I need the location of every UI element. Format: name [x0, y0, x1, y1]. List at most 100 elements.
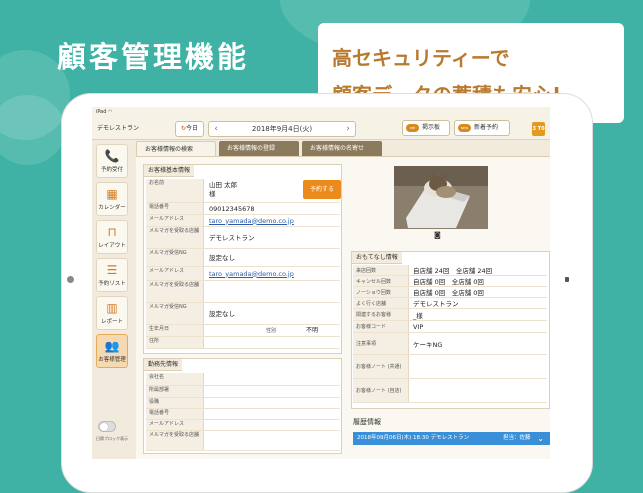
- toggle-label: 日際ブロック表示: [96, 436, 128, 441]
- field-mail-ng: メルマガ受信NG 設定なし: [146, 249, 340, 267]
- field-mail-store-2: メルマガを受取る店舗: [146, 281, 340, 303]
- customer-code-value[interactable]: VIP: [413, 321, 423, 332]
- history-entry-extra: 担当：佐藤: [503, 435, 531, 441]
- status-bar: iPad ◠: [92, 107, 550, 117]
- chart-icon: ▥: [106, 301, 118, 315]
- sidebar-item-report[interactable]: ▥ レポート: [96, 296, 128, 330]
- sidebar-item-layout[interactable]: ⊓ レイアウト: [96, 220, 128, 254]
- next-day-button[interactable]: ›: [342, 122, 354, 136]
- hospitality-heading: おもてなし情報: [352, 252, 402, 264]
- field-label: 電話番号: [146, 203, 204, 214]
- mail-store-value-2[interactable]: [207, 281, 211, 302]
- email-link-2[interactable]: taro_yamada@demo.co.jp: [207, 267, 296, 280]
- bulletin-badge: PPP: [406, 124, 419, 132]
- field-customer-code: お客様コード VIP: [353, 321, 547, 333]
- field-label: 電話番号: [146, 409, 204, 419]
- sidebar: 📞 予約受付 ▦ カレンダー ⊓ レイアウト ☰ 予約リスト ▥ レポート 👥 お客様管理 …: [92, 140, 132, 459]
- field-mail-ng-2: メルマガ受信NG 設定なし: [146, 303, 340, 325]
- field-company: 会社名: [146, 373, 340, 386]
- mail-ng-value-2[interactable]: 設定なし: [207, 303, 237, 324]
- field-label: キャンセル回数: [353, 276, 409, 286]
- basic-info-heading: お客様基本情報: [144, 165, 195, 177]
- field-label: メールアドレス: [146, 420, 204, 430]
- field-label: メルマガ受信NG: [146, 249, 204, 266]
- field-label: 生年月日: [146, 325, 204, 336]
- address-value[interactable]: [207, 337, 211, 348]
- tab-register[interactable]: お客様情報の登録: [219, 141, 299, 156]
- device-label: iPad: [96, 109, 107, 115]
- birthday-value[interactable]: [207, 325, 211, 336]
- field-label: メールアドレス: [146, 267, 204, 280]
- store-name: デモレストラン: [97, 125, 140, 132]
- sidebar-item-customers[interactable]: 👥 お客様管理: [96, 334, 128, 368]
- field-notes: 注意事項 ケーキNG: [353, 333, 547, 355]
- tab-merge[interactable]: お客様情報の名寄せ: [302, 141, 382, 156]
- related-customer-value[interactable]: _様: [413, 309, 423, 320]
- email-link[interactable]: taro_yamada@demo.co.jp: [207, 215, 296, 226]
- sidebar-item-list[interactable]: ☰ 予約リスト: [96, 258, 128, 292]
- field-label: メルマガ受信NG: [146, 303, 204, 324]
- block-display-toggle[interactable]: [98, 421, 116, 432]
- chevron-down-icon: ⌄: [537, 434, 544, 443]
- field-visit-count: 来店回数 自店舗 24回 全店舗 24回: [353, 265, 547, 276]
- field-label: お客様ノート (自店): [353, 379, 409, 402]
- new-reservation-button[interactable]: NEW 新着予約: [454, 120, 510, 136]
- bulletin-button[interactable]: PPP 掲示板: [402, 120, 450, 136]
- top-bar: デモレストラン ↻今日 ‹ 2018年9月4日(火) › PPP 掲示板 NEW 新…: [92, 117, 550, 140]
- field-label: 会社名: [146, 373, 204, 385]
- field-related-customer: 関連するお客様 _様: [353, 309, 547, 321]
- field-label: メルマガを受取る店舗: [146, 281, 204, 302]
- date-navigator: ‹ 2018年9月4日(火) ›: [208, 121, 356, 137]
- field-work-phone: 電話番号: [146, 409, 340, 420]
- notes-value[interactable]: ケーキNG: [413, 333, 442, 354]
- list-icon: ☰: [106, 263, 118, 277]
- tab-search[interactable]: お客様情報の検索: [136, 141, 216, 156]
- sidebar-item-label: レポート: [100, 319, 123, 325]
- current-date[interactable]: 2018年9月4日(火): [209, 122, 355, 136]
- field-work-mail-store: メルマガを受取る店舗: [146, 431, 340, 451]
- gender-value[interactable]: 不明: [306, 325, 318, 337]
- field-noshow-count: ノーショウ回数 自店舗 0回 全店舗 0回: [353, 287, 547, 298]
- bubble-line-1: 高セキュリティーで: [332, 46, 510, 70]
- field-label: メルマガを受取る店舗: [146, 431, 204, 450]
- field-label: お客様ノート (共通): [353, 355, 409, 378]
- today-label: 今日: [186, 125, 199, 132]
- field-label: ノーショウ回数: [353, 287, 409, 297]
- new-badge: NEW: [458, 124, 471, 132]
- mail-ng-value[interactable]: 設定なし: [207, 249, 237, 266]
- history-entry-text: 2018年09月06日(木) 18:30 デモレストラン: [357, 435, 470, 441]
- field-name: お名前 山田 太郎 様: [146, 179, 340, 203]
- sidebar-item-label: カレンダー: [98, 205, 126, 211]
- corner-button[interactable]: 3 T0: [532, 122, 545, 136]
- ipad-camera: [67, 276, 74, 283]
- sidebar-item-calendar[interactable]: ▦ カレンダー: [96, 182, 128, 216]
- sidebar-item-reservation[interactable]: 📞 予約受付: [96, 144, 128, 178]
- field-address: 住所: [146, 337, 340, 349]
- today-button[interactable]: ↻今日: [175, 121, 204, 137]
- field-label: メールアドレス: [146, 215, 204, 226]
- field-label: 所属部署: [146, 386, 204, 397]
- history-entry[interactable]: 2018年09月06日(木) 18:30 デモレストラン 担当：佐藤 ⌄: [353, 432, 550, 445]
- field-position: 役職: [146, 398, 340, 409]
- phone-icon: 📞: [104, 149, 120, 163]
- phone-value[interactable]: 09012345678: [207, 203, 257, 214]
- field-note-common: お客様ノート (共通): [353, 355, 547, 379]
- gender-label: 性別: [266, 328, 277, 334]
- field-label: 住所: [146, 337, 204, 348]
- field-email-2: メールアドレス taro_yamada@demo.co.jp: [146, 267, 340, 281]
- bulletin-label: 掲示板: [422, 124, 441, 131]
- history-heading: 履歴情報: [353, 418, 381, 426]
- promo-title: 顧客管理機能: [57, 40, 250, 74]
- field-cancel-count: キャンセル回数 自店舗 0回 全店舗 0回: [353, 276, 547, 287]
- customer-photo[interactable]: [394, 166, 488, 229]
- field-phone: 電話番号 09012345678: [146, 203, 340, 215]
- customer-name[interactable]: 山田 太郎 様: [207, 179, 239, 202]
- field-label: お客様コード: [353, 321, 409, 332]
- sidebar-item-label: レイアウト: [98, 243, 126, 249]
- bg-circle: [0, 95, 65, 165]
- mail-store-value[interactable]: デモレストラン: [207, 227, 257, 248]
- cancel-count-value: 自店舗 0回 全店舗 0回: [413, 278, 484, 286]
- camera-icon[interactable]: ◙: [434, 231, 441, 239]
- ipad-side-button: [565, 277, 569, 282]
- field-frequent-store: よく行く店舗 デモレストラン: [353, 298, 547, 309]
